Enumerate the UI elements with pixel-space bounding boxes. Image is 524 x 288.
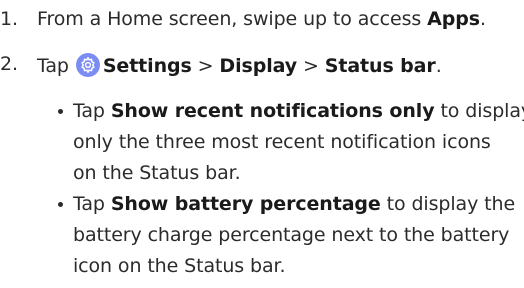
bullet-line: battery charge percentage next to the ba… xyxy=(73,224,510,246)
bullet-text: to display the xyxy=(380,193,516,215)
step-text: Tap Settings > Display > Status bar. xyxy=(37,53,442,77)
bullet-battery-percentage: Tap Show battery percentage to display t… xyxy=(58,189,515,282)
step-number: 1. xyxy=(0,8,18,30)
bullet-line: Tap Show recent notifications only to di… xyxy=(73,96,524,127)
step-text-end: . xyxy=(479,8,486,30)
bullet-text: Tap xyxy=(73,100,111,122)
show-battery-percentage-label: Show battery percentage xyxy=(110,193,381,215)
bullet-text: to display xyxy=(434,100,524,122)
display-label: Display xyxy=(219,55,298,77)
bullet-recent-notifications: Tap Show recent notifications only to di… xyxy=(58,96,524,189)
path-separator: > xyxy=(297,55,325,77)
bullet-dot xyxy=(58,109,63,114)
step-text-end: . xyxy=(435,55,442,77)
bullet-text: Tap xyxy=(73,193,111,215)
bullet-dot xyxy=(58,202,63,207)
gear-icon xyxy=(75,53,100,77)
bullet-line: icon on the Status bar. xyxy=(73,255,286,277)
bullet-line: on the Status bar. xyxy=(73,162,241,184)
path-separator: > xyxy=(191,55,220,77)
step-number: 2. xyxy=(0,53,18,75)
tap-word: Tap xyxy=(37,55,69,77)
show-recent-notifications-label: Show recent notifications only xyxy=(110,100,435,122)
bullet-line: only the three most recent notification … xyxy=(73,131,491,153)
step-text-plain: From a Home screen, swipe up to access xyxy=(37,8,428,30)
status-bar-label: Status bar xyxy=(324,55,436,77)
settings-label: Settings xyxy=(102,55,192,77)
apps-label: Apps xyxy=(427,8,480,30)
bullet-line: Tap Show battery percentage to display t… xyxy=(73,189,515,220)
step-text: From a Home screen, swipe up to access A… xyxy=(37,8,486,30)
